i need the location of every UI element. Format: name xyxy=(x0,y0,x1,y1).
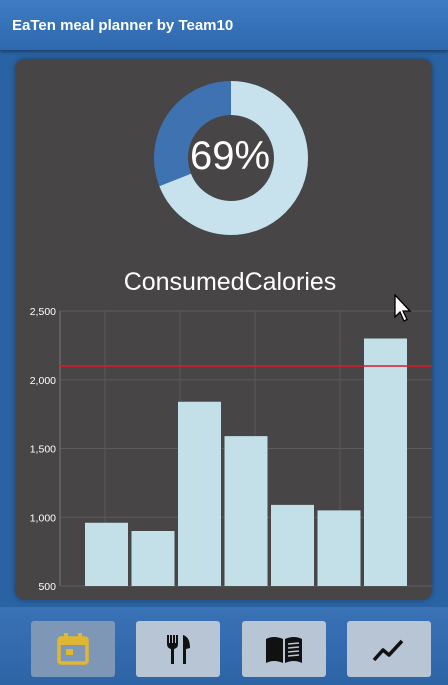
calorie-bar xyxy=(178,401,221,586)
calorie-bar xyxy=(317,510,361,586)
calendar-icon xyxy=(57,633,89,665)
calorie-card: 69% ConsumedCalories 2,500 2,000 1,500 1,00… xyxy=(15,59,432,600)
app-title-bar: EaTen meal planner by Team10 xyxy=(0,0,448,50)
nav-recipes-button[interactable] xyxy=(242,621,326,677)
y-tick-label: 2,500 xyxy=(30,306,56,318)
y-tick-label: 2,000 xyxy=(30,375,56,387)
calorie-bar xyxy=(224,436,268,586)
trend-chart-icon xyxy=(372,639,404,662)
y-tick-label: 1,000 xyxy=(30,512,56,524)
nav-meals-button[interactable] xyxy=(136,621,220,677)
nav-stats-button[interactable] xyxy=(347,621,431,677)
fork-knife-icon xyxy=(167,635,190,664)
calorie-bar-chart: 2,500 2,000 1,500 1,000 500 xyxy=(30,306,432,593)
open-book-icon xyxy=(266,637,302,663)
calorie-bar xyxy=(271,504,314,586)
bottom-nav xyxy=(0,607,448,685)
calorie-bar xyxy=(85,522,128,586)
mouse-pointer-icon xyxy=(394,294,412,322)
y-tick-label: 1,500 xyxy=(30,444,56,456)
calorie-bar xyxy=(364,338,407,586)
app-title: EaTen meal planner by Team10 xyxy=(12,17,234,34)
calorie-bar xyxy=(131,531,175,586)
nav-calendar-button[interactable] xyxy=(31,621,115,677)
y-tick-label: 500 xyxy=(38,581,56,593)
